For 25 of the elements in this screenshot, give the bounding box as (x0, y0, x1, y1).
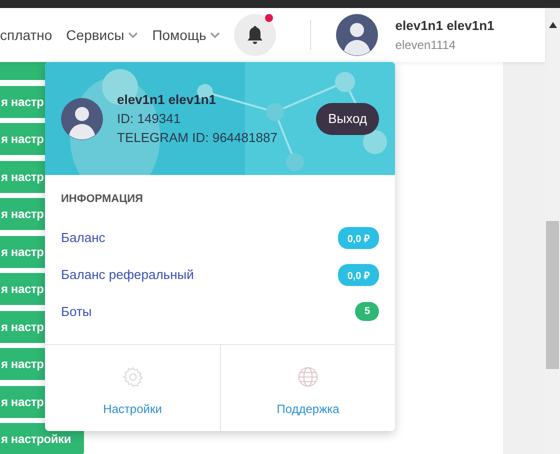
info-link[interactable]: Баланс (61, 230, 106, 245)
value-badge: 0,0 ₽ (338, 264, 379, 286)
scrollbar[interactable] (545, 8, 560, 454)
gear-icon (122, 366, 144, 388)
section-title: ИНФОРМАЦИЯ (61, 193, 144, 205)
avatar-icon (336, 14, 378, 56)
info-link[interactable]: Боты (61, 304, 92, 319)
telegram-id: TELEGRAM ID: 964481887 (117, 130, 278, 145)
profile-name: elev1n1 elev1n1 (117, 92, 218, 107)
user-name: elev1n1 elev1n1 (395, 18, 494, 33)
nav-link[interactable]: сплатно (0, 27, 52, 43)
value-badge: 5 (355, 302, 379, 321)
scrollbar-thumb[interactable] (546, 221, 559, 369)
user-login: eleven1114 (395, 38, 457, 52)
value-badge: 0,0 ₽ (338, 226, 379, 248)
scroll-up-icon[interactable] (548, 22, 556, 28)
bell-icon (246, 25, 264, 45)
user-id: ID: 149341 (117, 111, 182, 126)
notifications-button[interactable] (234, 14, 276, 56)
menu-action[interactable]: Поддержка (220, 345, 395, 431)
info-link[interactable]: Баланс реферальный (61, 267, 194, 282)
globe-icon (297, 366, 319, 388)
nav-link[interactable]: Помощь (152, 27, 220, 43)
nav-link[interactable]: Сервисы (66, 27, 138, 43)
avatar-icon (61, 98, 103, 140)
